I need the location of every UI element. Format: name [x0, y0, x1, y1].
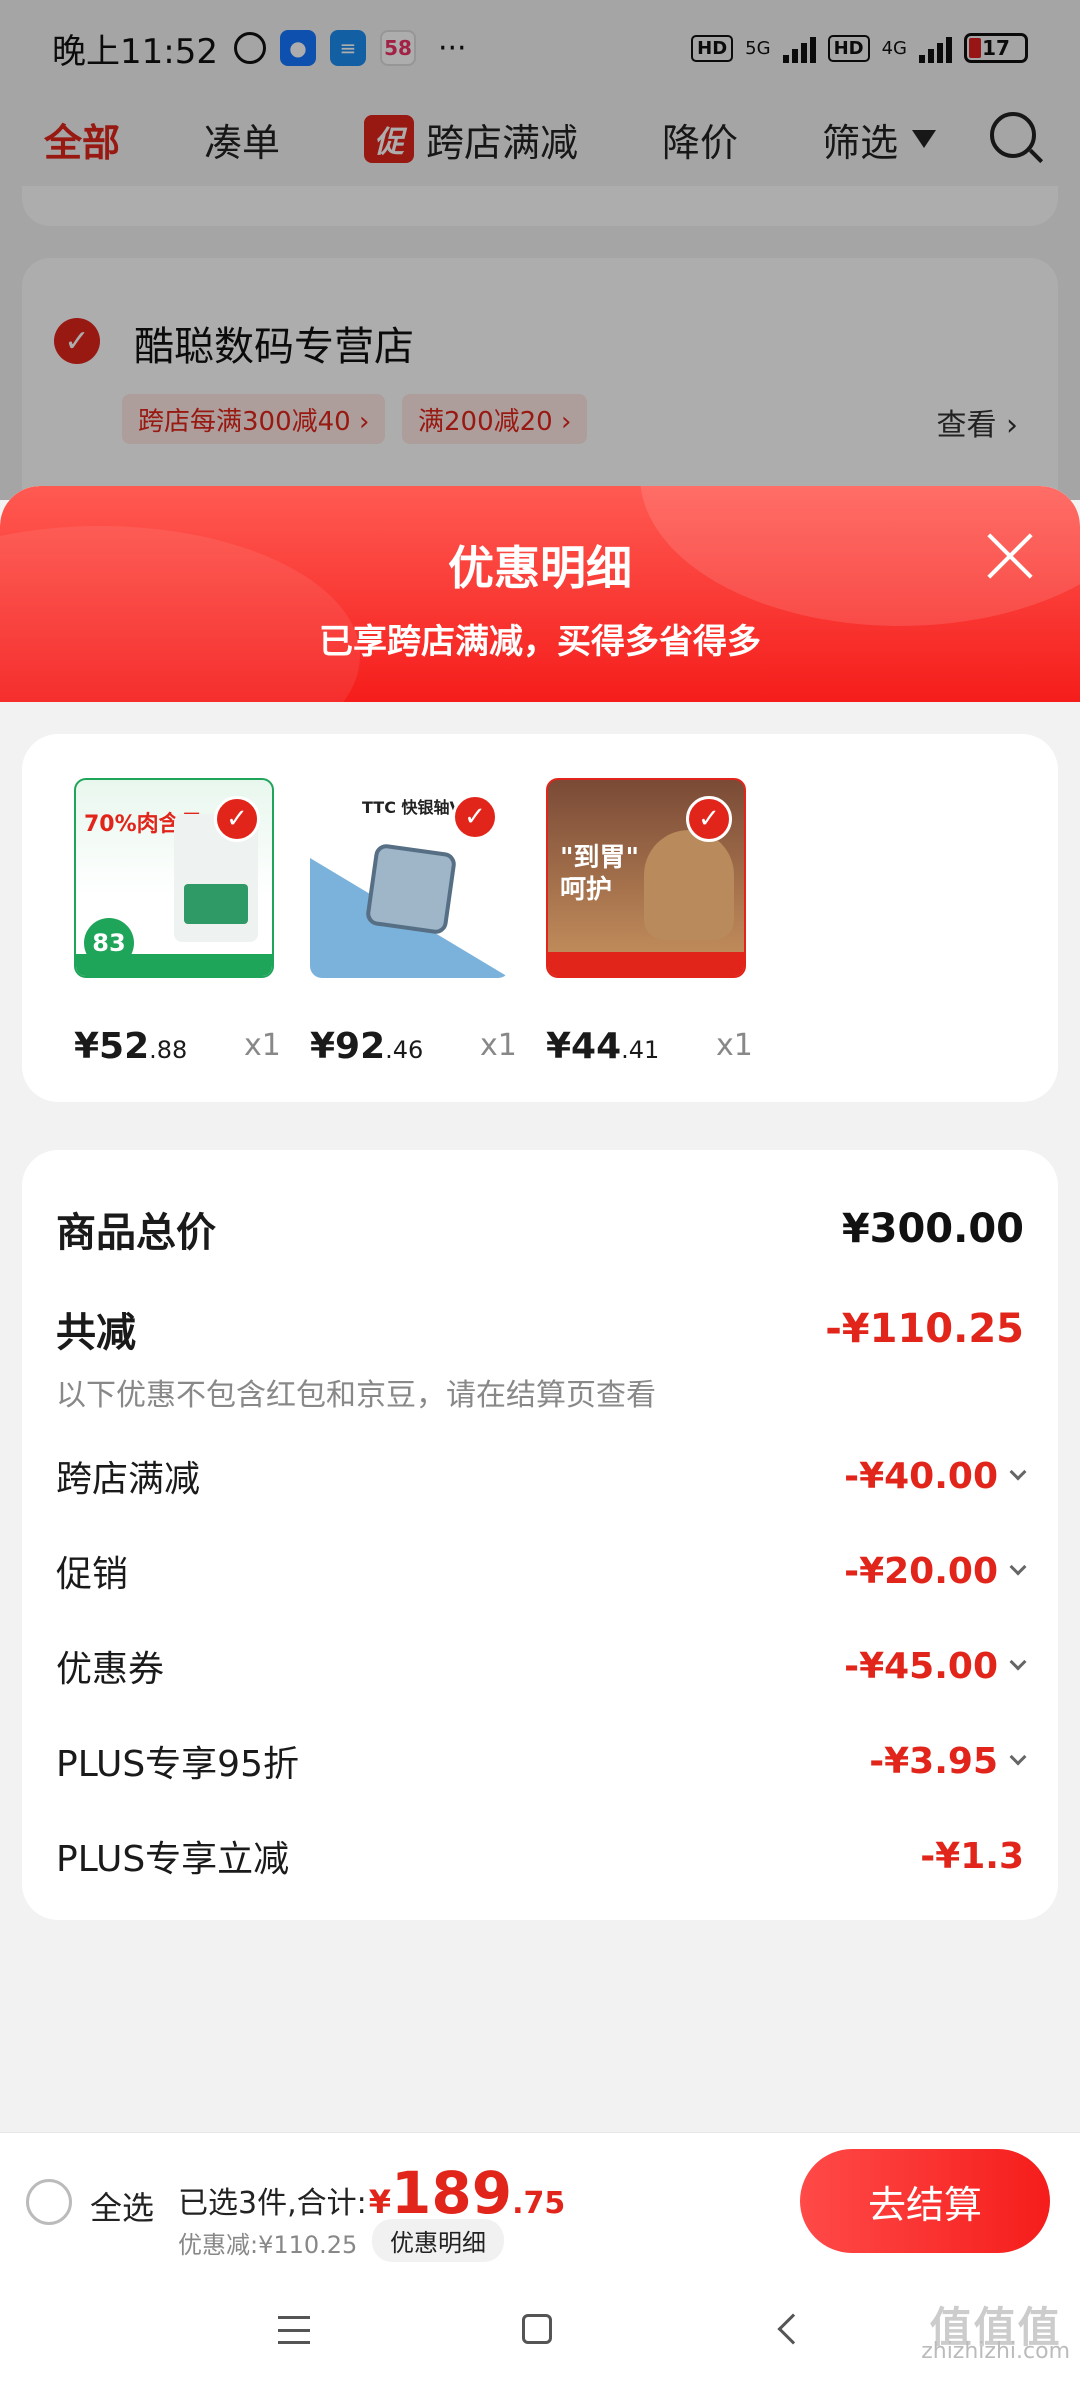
discount-row-plus-reduce: PLUS专享立减 -¥1.3: [56, 1830, 1024, 1882]
selected-count-text: 已选3件,合计:: [178, 2186, 367, 2221]
product-image-text: TTC 快银轴V: [362, 798, 462, 817]
discount-value: -¥3.95: [869, 1740, 1027, 1782]
discount-row-cross-store[interactable]: 跨店满减 -¥40.00: [56, 1450, 1027, 1502]
system-navigation-bar: [0, 2268, 1080, 2400]
total-decimal: .75: [512, 2186, 566, 2221]
discount-amount: -¥3.95: [869, 1740, 998, 1782]
checkout-button[interactable]: 去结算: [800, 2149, 1050, 2253]
total-integer: 189: [391, 2159, 513, 2227]
menu-icon[interactable]: [278, 2316, 310, 2344]
chevron-down-icon: [1009, 1653, 1027, 1671]
product-price-dec: .41: [621, 1036, 660, 1064]
total-row: 商品总价 ¥300.00: [56, 1200, 1024, 1258]
product-item[interactable]: TTC 快银轴V ✓ ¥92.46 x1: [310, 778, 520, 1067]
select-all-label[interactable]: 全选: [90, 2183, 154, 2229]
product-price: ¥44.41: [546, 1026, 659, 1067]
discount-total: 优惠减:¥110.25: [178, 2231, 358, 2259]
chevron-down-icon: [1009, 1463, 1027, 1481]
discount-amount: -¥1.3: [920, 1835, 1024, 1877]
discount-value: -¥40.00: [844, 1455, 1027, 1497]
product-qty: x1: [480, 1028, 517, 1063]
discount-value: -¥1.3: [920, 1836, 1024, 1877]
discount-row-promotion[interactable]: 促销 -¥20.00: [56, 1545, 1027, 1597]
reduce-label: 共减: [56, 1310, 136, 1356]
discount-label: 优惠券: [56, 1649, 165, 1690]
total-value: ¥300.00: [841, 1206, 1024, 1252]
discount-row-coupon[interactable]: 优惠券 -¥45.00: [56, 1640, 1027, 1692]
modal-overlay[interactable]: [0, 0, 1080, 500]
product-image-text: "到胃" 呵护: [560, 843, 640, 905]
sheet-subtitle: 已享跨店满减，买得多省得多: [319, 622, 761, 662]
chevron-down-icon: [1009, 1748, 1027, 1766]
product-price-int: ¥44: [546, 1026, 622, 1067]
discount-value: -¥20.00: [844, 1550, 1027, 1592]
product-price-dec: .46: [385, 1036, 424, 1064]
chevron-down-icon: [1009, 1558, 1027, 1576]
product-price-int: ¥92: [310, 1026, 386, 1067]
discount-amount: -¥45.00: [844, 1645, 998, 1687]
discount-label: PLUS专享立减: [56, 1839, 290, 1880]
selected-total: 已选3件,合计: ¥ 189 .75: [178, 2159, 566, 2227]
product-check-icon: ✓: [452, 794, 498, 840]
price-summary: 商品总价 ¥300.00 共减 -¥110.25 以下优惠不包含红包和京豆，请在…: [22, 1150, 1058, 1920]
switch-graphic: [364, 842, 458, 936]
cat-graphic: [644, 830, 734, 940]
discount-detail-button[interactable]: 优惠明细: [372, 2219, 504, 2262]
reduce-value: -¥110.25: [825, 1306, 1024, 1352]
product-price: ¥92.46: [310, 1026, 423, 1067]
reduce-row: 共减 -¥110.25: [56, 1300, 1024, 1358]
discount-note: 以下优惠不包含红包和京豆，请在结算页查看: [56, 1378, 656, 1413]
discount-label: 促销: [56, 1554, 129, 1595]
discount-amount: -¥20.00: [844, 1550, 998, 1592]
product-check-icon: ✓: [214, 796, 260, 842]
watermark: 值值值 zhizhizhi.com: [921, 2303, 1070, 2364]
discount-label: PLUS专享95折: [56, 1744, 299, 1785]
product-item[interactable]: "到胃" 呵护 ✓ ¥44.41 x1: [546, 778, 756, 1067]
watermark-logo: 值值值: [929, 2303, 1062, 2352]
product-image-cat-food: 70%肉含量 83 ✓: [74, 778, 274, 978]
checkout-bar: 全选 已选3件,合计: ¥ 189 .75 优惠减:¥110.25 优惠明细 去…: [0, 2132, 1080, 2268]
discount-detail-sheet: 优惠明细 已享跨店满减，买得多省得多 70%肉含量 83 ✓ ¥52.88 x1…: [0, 486, 1080, 2400]
product-image-strip: [548, 952, 744, 976]
sheet-header: 优惠明细 已享跨店满减，买得多省得多: [0, 486, 1080, 702]
watermark-site: zhizhizhi.com: [921, 2339, 1070, 2364]
product-image-strip: [76, 954, 272, 976]
product-price-int: ¥52: [74, 1026, 150, 1067]
total-currency: ¥: [368, 2183, 391, 2221]
discount-amount: -¥40.00: [844, 1455, 998, 1497]
discount-value: -¥45.00: [844, 1645, 1027, 1687]
product-price: ¥52.88: [74, 1026, 187, 1067]
product-image-keyboard-switch: TTC 快银轴V ✓: [310, 778, 510, 978]
product-qty: x1: [244, 1028, 281, 1063]
select-all-checkbox[interactable]: [26, 2179, 72, 2225]
sheet-title: 优惠明细: [448, 541, 632, 595]
product-check-icon: ✓: [686, 796, 732, 842]
product-image-cat-food-2: "到胃" 呵护 ✓: [546, 778, 746, 978]
product-list: 70%肉含量 83 ✓ ¥52.88 x1 TTC 快银轴V ✓ ¥92.46 …: [22, 734, 1058, 1102]
close-icon[interactable]: [984, 530, 1036, 582]
home-icon[interactable]: [522, 2314, 552, 2344]
background-page: 晚上11:52 ● ≡ 58 ··· HD 5G HD 4G 17 全部 凑单 …: [0, 0, 1080, 518]
discount-row-plus-95[interactable]: PLUS专享95折 -¥3.95: [56, 1735, 1027, 1787]
product-item[interactable]: 70%肉含量 83 ✓ ¥52.88 x1: [74, 778, 284, 1067]
product-price-dec: .88: [149, 1036, 188, 1064]
discount-label: 跨店满减: [56, 1459, 201, 1500]
product-qty: x1: [716, 1028, 753, 1063]
back-icon[interactable]: [777, 2313, 809, 2345]
total-label: 商品总价: [56, 1210, 216, 1256]
